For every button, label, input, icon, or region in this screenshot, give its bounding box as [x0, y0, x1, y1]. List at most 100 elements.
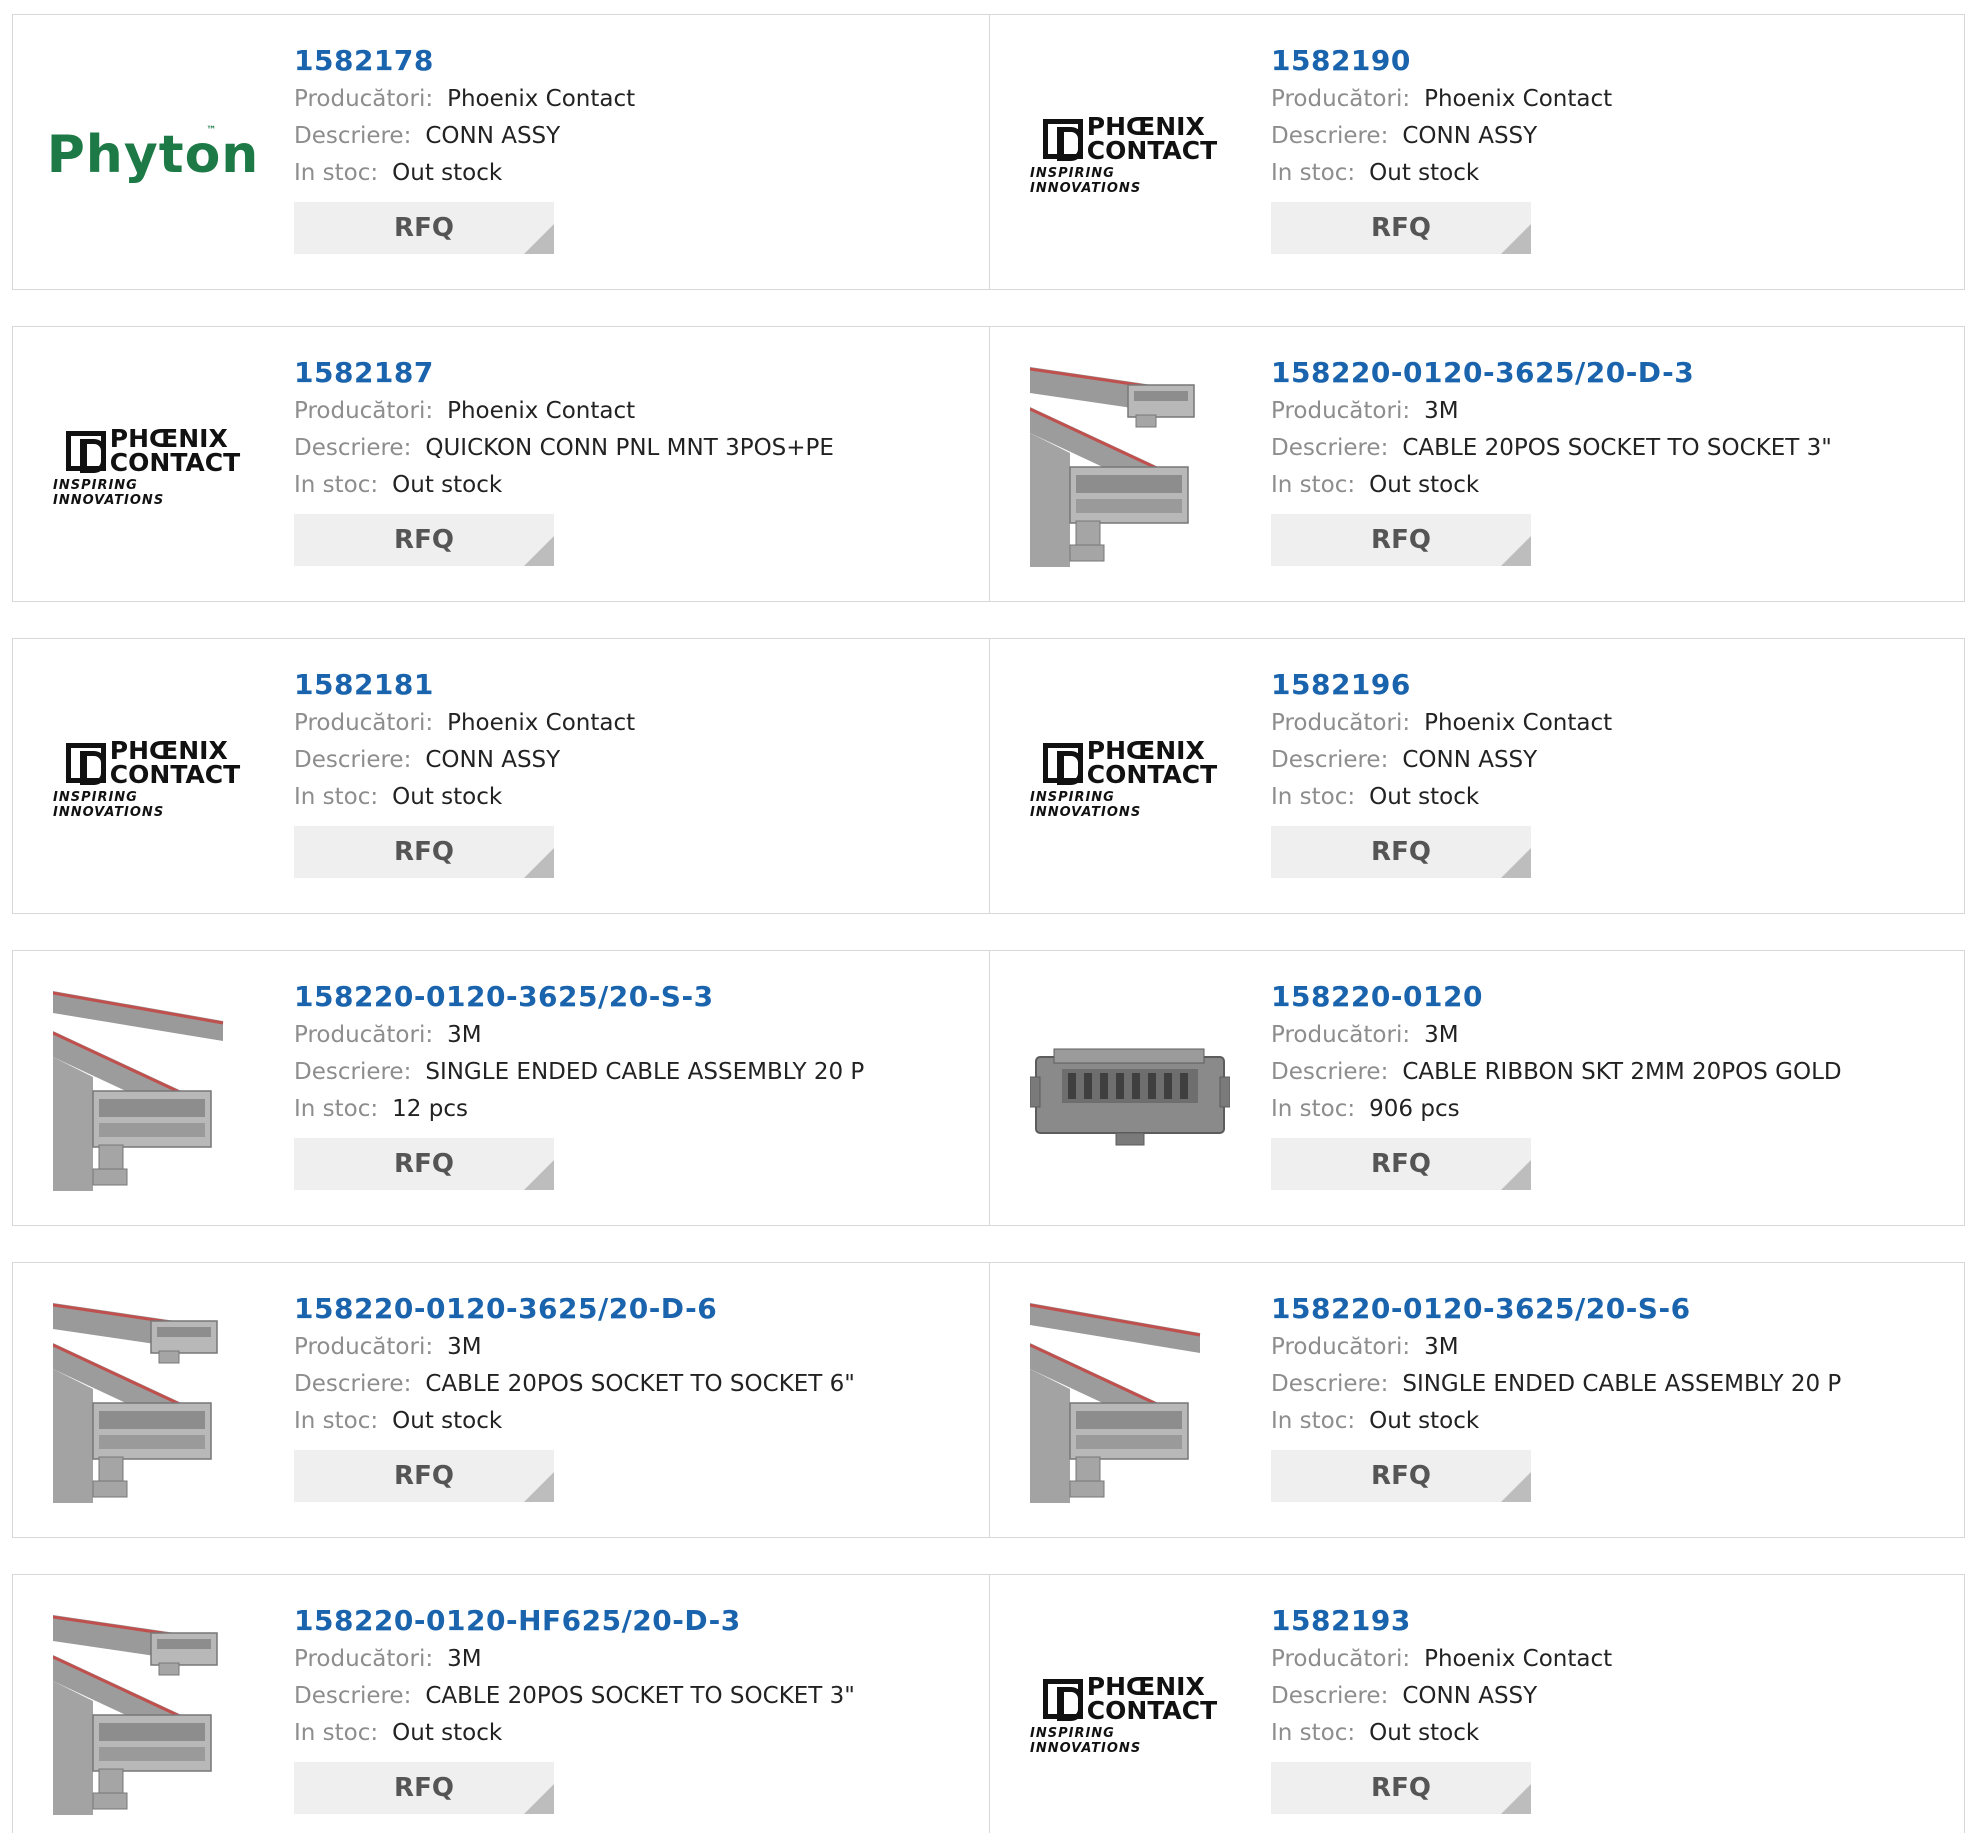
corner-triangle-icon: [524, 224, 554, 254]
rfq-button[interactable]: RFQ: [1271, 514, 1531, 566]
stock-value: Out stock: [1369, 1720, 1480, 1746]
stock-label: In stoc:: [1271, 1720, 1356, 1746]
product-info: 158220-0120-3625/20-D-3 Producători: 3M Des…: [1271, 353, 1951, 566]
part-number-link[interactable]: 1582193: [1271, 1601, 1951, 1641]
part-number-link[interactable]: 1582181: [294, 665, 974, 705]
corner-triangle-icon: [1501, 848, 1531, 878]
product-thumbnail[interactable]: PHŒNIX CONTACT INSPIRING INNOVATIONS: [1030, 1615, 1230, 1815]
product-info: 1582190 Producători: Phoenix Contact Descri…: [1271, 41, 1951, 254]
manufacturer-value: Phoenix Contact: [447, 710, 636, 736]
product-thumbnail[interactable]: [1030, 367, 1230, 567]
part-number-link[interactable]: 158220-0120-3625/20-D-6: [294, 1289, 974, 1329]
product-thumbnail[interactable]: PHŒNIX CONTACT INSPIRING INNOVATIONS: [53, 367, 253, 567]
phoenix-mark-icon: [1042, 118, 1083, 161]
part-number-link[interactable]: 1582196: [1271, 665, 1951, 705]
phoenix-mark-icon: [65, 742, 106, 785]
stock-label: In stoc:: [294, 784, 379, 810]
manufacturer-line: Producători: Phoenix Contact: [1271, 81, 1951, 118]
description-line: Descriere: CABLE 20POS SOCKET TO SOCKET 6…: [294, 1366, 974, 1403]
stock-line: In stoc: Out stock: [1271, 1715, 1951, 1752]
stock-line: In stoc: Out stock: [1271, 1403, 1951, 1440]
manufacturer-label: Producători:: [294, 710, 434, 736]
product-thumbnail[interactable]: [53, 991, 253, 1191]
stock-line: In stoc: Out stock: [294, 467, 974, 504]
part-number-link[interactable]: 1582190: [1271, 41, 1951, 81]
phyton-logo: Phyton ™: [46, 125, 260, 185]
manufacturer-line: Producători: 3M: [1271, 393, 1951, 430]
stock-label: In stoc:: [1271, 1408, 1356, 1434]
description-line: Descriere: SINGLE ENDED CABLE ASSEMBLY 20…: [294, 1054, 974, 1091]
description-value: QUICKON CONN PNL MNT 3POS+PE: [425, 435, 834, 461]
manufacturer-value: 3M: [1424, 398, 1459, 424]
manufacturer-line: Producători: 3M: [294, 1641, 974, 1678]
product-info: 158220-0120 Producători: 3M Descriere: CABLE…: [1271, 977, 1951, 1190]
phoenix-contact-logo: PHŒNIX CONTACT INSPIRING INNOVATIONS: [1030, 735, 1218, 820]
stock-line: In stoc: 12 pcs: [294, 1091, 974, 1128]
phoenix-contact-logo: PHŒNIX CONTACT INSPIRING INNOVATIONS: [53, 735, 241, 820]
description-value: CONN ASSY: [425, 747, 561, 773]
part-number-link[interactable]: 158220-0120-HF625/20-D-3: [294, 1601, 974, 1641]
product-thumbnail[interactable]: Phyton ™: [47, 55, 259, 255]
rfq-label: RFQ: [394, 525, 454, 555]
manufacturer-label: Producători:: [1271, 1646, 1411, 1672]
product-card: 158220-0120-HF625/20-D-3 Producători: 3M De…: [13, 1575, 990, 1833]
manufacturer-line: Producători: 3M: [1271, 1017, 1951, 1054]
rfq-button[interactable]: RFQ: [294, 1450, 554, 1502]
manufacturer-label: Producători:: [294, 398, 434, 424]
description-label: Descriere:: [1271, 1059, 1389, 1085]
stock-value: Out stock: [392, 784, 503, 810]
description-line: Descriere: CONN ASSY: [294, 742, 974, 779]
rfq-label: RFQ: [1371, 213, 1431, 243]
rfq-button[interactable]: RFQ: [1271, 1138, 1531, 1190]
rfq-button[interactable]: RFQ: [1271, 1762, 1531, 1814]
product-thumbnail[interactable]: [1030, 1303, 1230, 1503]
rfq-button[interactable]: RFQ: [294, 1762, 554, 1814]
stock-line: In stoc: Out stock: [294, 1403, 974, 1440]
part-number-link[interactable]: 158220-0120-3625/20-D-3: [1271, 353, 1951, 393]
part-number-link[interactable]: 1582187: [294, 353, 974, 393]
stock-line: In stoc: Out stock: [1271, 779, 1951, 816]
rfq-button[interactable]: RFQ: [294, 202, 554, 254]
manufacturer-label: Producători:: [294, 86, 434, 112]
manufacturer-label: Producători:: [294, 1022, 434, 1048]
part-number-link[interactable]: 158220-0120-3625/20-S-3: [294, 977, 974, 1017]
rfq-button[interactable]: RFQ: [1271, 202, 1531, 254]
product-thumbnail[interactable]: [53, 1615, 253, 1815]
product-info: 1582193 Producători: Phoenix Contact Descri…: [1271, 1601, 1951, 1814]
product-thumbnail[interactable]: [1030, 991, 1230, 1191]
rfq-button[interactable]: RFQ: [294, 1138, 554, 1190]
rfq-label: RFQ: [1371, 1773, 1431, 1803]
socket-connector-image: [1030, 1048, 1230, 1146]
manufacturer-value: Phoenix Contact: [1424, 86, 1613, 112]
product-thumbnail[interactable]: [53, 1303, 253, 1503]
description-label: Descriere:: [1271, 747, 1389, 773]
product-thumbnail[interactable]: PHŒNIX CONTACT INSPIRING INNOVATIONS: [1030, 679, 1230, 879]
rfq-button[interactable]: RFQ: [1271, 1450, 1531, 1502]
rfq-label: RFQ: [1371, 525, 1431, 555]
rfq-button[interactable]: RFQ: [294, 514, 554, 566]
rfq-button[interactable]: RFQ: [1271, 826, 1531, 878]
rfq-button[interactable]: RFQ: [294, 826, 554, 878]
stock-value: Out stock: [1369, 160, 1480, 186]
corner-triangle-icon: [1501, 224, 1531, 254]
manufacturer-value: 3M: [447, 1022, 482, 1048]
part-number-link[interactable]: 158220-0120: [1271, 977, 1951, 1017]
product-info: 158220-0120-3625/20-S-3 Producători: 3M Des…: [294, 977, 974, 1190]
product-thumbnail[interactable]: PHŒNIX CONTACT INSPIRING INNOVATIONS: [1030, 55, 1230, 255]
stock-line: In stoc: Out stock: [294, 779, 974, 816]
part-number-link[interactable]: 1582178: [294, 41, 974, 81]
manufacturer-value: Phoenix Contact: [447, 86, 636, 112]
stock-line: In stoc: Out stock: [1271, 155, 1951, 192]
product-row: 158220-0120-HF625/20-D-3 Producători: 3M De…: [12, 1574, 1965, 1833]
manufacturer-line: Producători: Phoenix Contact: [294, 705, 974, 742]
product-card: 158220-0120-3625/20-S-3 Producători: 3M Des…: [13, 951, 990, 1225]
description-label: Descriere:: [1271, 1683, 1389, 1709]
stock-value: Out stock: [392, 1408, 503, 1434]
phoenix-mark-icon: [1042, 742, 1083, 785]
corner-triangle-icon: [1501, 1160, 1531, 1190]
manufacturer-line: Producători: Phoenix Contact: [1271, 705, 1951, 742]
part-number-link[interactable]: 158220-0120-3625/20-S-6: [1271, 1289, 1951, 1329]
ribbon-cable-double-image: [1030, 367, 1195, 567]
product-thumbnail[interactable]: PHŒNIX CONTACT INSPIRING INNOVATIONS: [53, 679, 253, 879]
rfq-label: RFQ: [394, 1461, 454, 1491]
